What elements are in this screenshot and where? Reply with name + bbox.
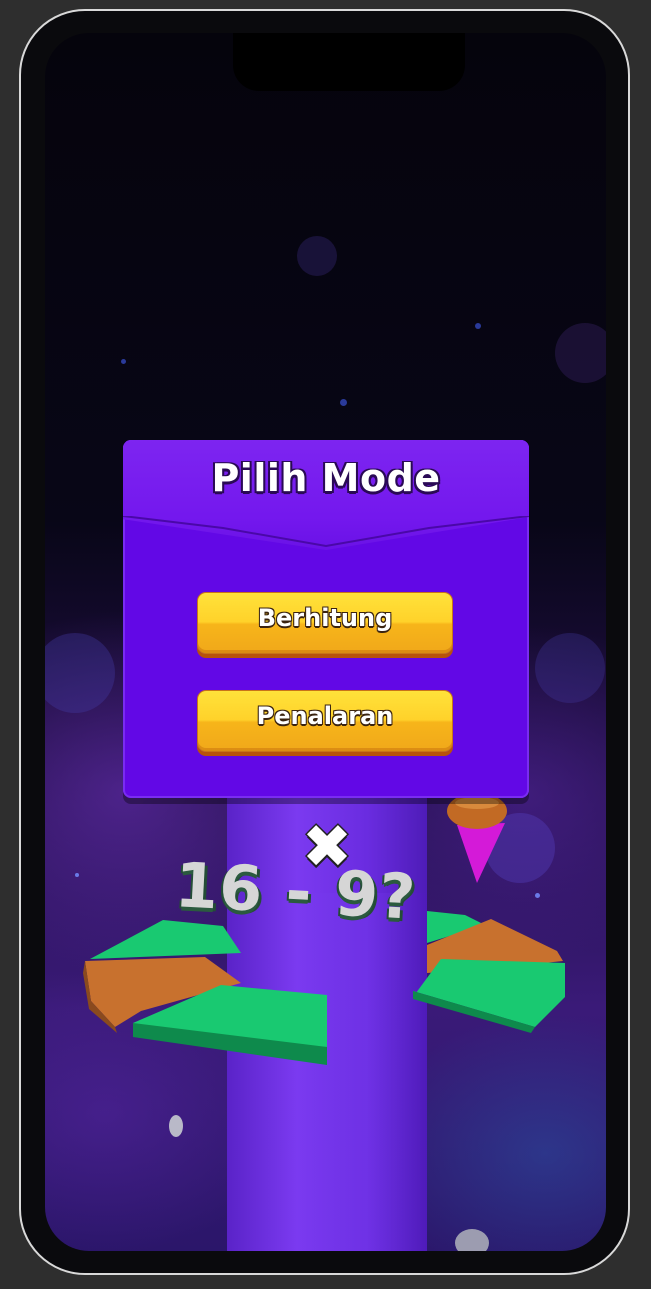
penalaran-mode-label: Penalaran <box>256 702 394 730</box>
berhitung-mode-label: Berhitung <box>257 604 393 632</box>
penalaran-mode-button[interactable]: Penalaran <box>197 690 453 752</box>
dialog-title: Pilih Mode <box>211 456 441 500</box>
berhitung-mode-button[interactable]: Berhitung <box>197 592 453 654</box>
phone-notch <box>233 33 465 91</box>
phone-frame: ✖ 16 - 9? Pilih Mode Berhitung Penalaran <box>19 9 630 1275</box>
mode-select-dialog: Pilih Mode Berhitung Penalaran <box>123 440 529 798</box>
ball-highlight <box>455 797 499 809</box>
platform-green-segment <box>90 920 241 959</box>
game-screen: ✖ 16 - 9? Pilih Mode Berhitung Penalaran <box>45 33 606 1251</box>
dialog-header-edge <box>123 516 529 548</box>
math-question: 16 - 9? <box>173 848 419 934</box>
pink-spike <box>457 823 505 883</box>
